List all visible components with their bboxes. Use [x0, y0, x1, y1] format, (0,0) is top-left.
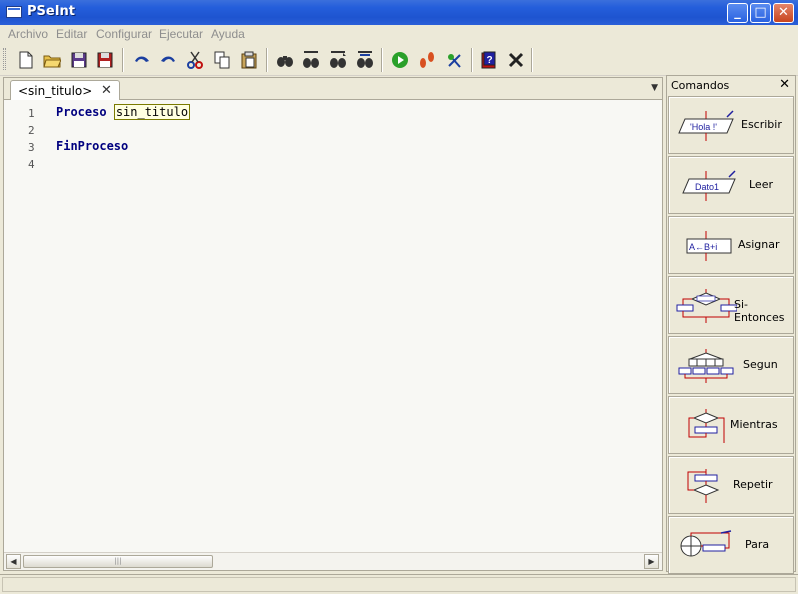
app-icon	[6, 6, 22, 18]
scroll-thumb[interactable]: |||	[23, 555, 213, 568]
code-line: Proceso sin_titulo	[56, 104, 191, 120]
command-label: Segun	[743, 358, 778, 371]
toolbar: ?	[0, 44, 798, 76]
replace-icon[interactable]	[354, 49, 376, 71]
toolbar-separator	[122, 48, 124, 72]
find-previous-icon[interactable]	[300, 49, 322, 71]
menu-archivo[interactable]: Archivo	[8, 27, 48, 41]
tab-sin-titulo[interactable]: <sin_titulo> ✕	[10, 80, 120, 101]
menu-ejecutar[interactable]: Ejecutar	[159, 27, 203, 41]
run-icon[interactable]	[389, 49, 411, 71]
command-para-button[interactable]: Para	[668, 516, 794, 574]
title-bar: PSeInt _ □ ✕	[0, 0, 798, 25]
svg-text:?: ?	[487, 55, 493, 66]
scroll-right-button[interactable]: ▶	[644, 554, 659, 569]
command-mientras-button[interactable]: Mientras	[668, 396, 794, 454]
assign-icon-text: A←B+i	[689, 242, 717, 252]
window-title: PSeInt	[27, 4, 76, 19]
tab-strip: <sin_titulo> ✕ ▼	[4, 78, 662, 101]
command-asignar-button[interactable]: A←B+i Asignar	[668, 216, 794, 274]
command-segun-button[interactable]: Segun	[668, 336, 794, 394]
read-icon-text: Dato1	[695, 182, 719, 192]
scroll-left-button[interactable]: ◀	[6, 554, 21, 569]
keyword-proceso: Proceso	[56, 105, 107, 119]
horizontal-scrollbar[interactable]: ◀ ||| ▶	[4, 552, 662, 570]
command-label: Para	[745, 538, 770, 551]
pseint-window: PSeInt _ □ ✕ Archivo Editar Configurar E…	[0, 0, 798, 594]
help-icon[interactable]: ?	[478, 49, 500, 71]
process-name-highlight: sin_titulo	[113, 104, 191, 120]
commands-close-icon[interactable]: ✕	[779, 77, 790, 92]
copy-icon[interactable]	[211, 49, 233, 71]
toolbar-separator	[471, 48, 473, 72]
menu-editar[interactable]: Editar	[56, 27, 87, 41]
find-icon[interactable]	[274, 49, 296, 71]
minimize-button[interactable]: _	[727, 3, 748, 23]
tab-list-dropdown-icon[interactable]: ▼	[651, 83, 658, 93]
toolbar-grip[interactable]	[3, 48, 6, 70]
commands-panel: Comandos ✕ 'Hola !' Escribir Dato1 Leer …	[666, 75, 796, 574]
keyword-finproceso: FinProceso	[56, 139, 129, 153]
maximize-button[interactable]: □	[750, 3, 771, 23]
line-number: 3	[28, 141, 35, 154]
line-number: 4	[28, 158, 35, 171]
paste-icon[interactable]	[238, 49, 260, 71]
assign-flowchart-icon: A←B+i	[686, 231, 732, 261]
new-file-icon[interactable]	[15, 49, 37, 71]
command-label: Si-Entonces	[734, 298, 785, 324]
save-as-icon[interactable]	[95, 49, 117, 71]
command-label: Escribir	[741, 118, 782, 131]
for-flowchart-icon	[680, 530, 732, 557]
toolbar-separator	[266, 48, 268, 72]
commands-header: Comandos ✕	[667, 76, 795, 94]
cut-icon[interactable]	[184, 49, 206, 71]
command-label: Repetir	[733, 478, 773, 491]
save-icon[interactable]	[68, 49, 90, 71]
undo-icon[interactable]	[131, 49, 153, 71]
editor-panel: <sin_titulo> ✕ ▼ 1 2 3 4 Proceso sin_tit…	[3, 77, 663, 571]
line-number: 1	[28, 107, 35, 120]
menu-configurar[interactable]: Configurar	[96, 27, 152, 41]
toolbar-separator	[531, 48, 533, 72]
write-flowchart-icon: 'Hola !'	[678, 110, 734, 141]
command-label: Mientras	[730, 418, 778, 431]
command-repetir-button[interactable]: Repetir	[668, 456, 794, 514]
line-number-gutter: 1 2 3 4	[4, 100, 46, 552]
redo-icon[interactable]	[157, 49, 179, 71]
tab-close-icon[interactable]: ✕	[101, 83, 112, 98]
commands-title: Comandos	[671, 79, 730, 92]
debug-icon[interactable]	[443, 49, 465, 71]
status-bar	[0, 574, 798, 594]
command-escribir-button[interactable]: 'Hola !' Escribir	[668, 96, 794, 154]
close-icon[interactable]	[505, 49, 527, 71]
status-field	[2, 577, 796, 592]
switch-flowchart-icon	[678, 349, 734, 383]
repeat-flowchart-icon	[687, 469, 720, 503]
if-then-flowchart-icon	[676, 289, 737, 323]
command-si-entonces-button[interactable]: Si-Entonces	[668, 276, 794, 334]
command-leer-button[interactable]: Dato1 Leer	[668, 156, 794, 214]
command-label: Asignar	[738, 238, 780, 251]
while-flowchart-icon	[688, 409, 725, 443]
toolbar-separator	[381, 48, 383, 72]
find-next-icon[interactable]	[327, 49, 349, 71]
menu-ayuda[interactable]: Ayuda	[211, 27, 245, 41]
code-editor[interactable]: 1 2 3 4 Proceso sin_titulo FinProceso	[4, 100, 662, 552]
tab-label: <sin_titulo>	[18, 84, 93, 98]
open-file-icon[interactable]	[41, 49, 63, 71]
menu-bar: Archivo Editar Configurar Ejecutar Ayuda	[0, 25, 798, 44]
read-flowchart-icon: Dato1	[682, 170, 736, 201]
line-number: 2	[28, 124, 35, 137]
step-by-step-icon[interactable]	[416, 49, 438, 71]
close-window-button[interactable]: ✕	[773, 3, 794, 23]
write-icon-text: 'Hola !'	[690, 122, 717, 132]
code-line: FinProceso	[56, 139, 128, 153]
command-label: Leer	[749, 178, 773, 191]
